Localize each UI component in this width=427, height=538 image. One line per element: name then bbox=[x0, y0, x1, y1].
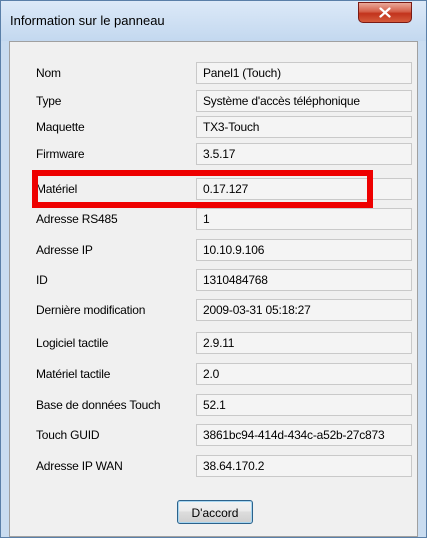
title-bar[interactable]: Information sur le panneau bbox=[1, 1, 426, 41]
field-value[interactable]: 3.5.17 bbox=[196, 143, 412, 165]
field-row-logiciel-tactile: Logiciel tactile 2.9.11 bbox=[10, 332, 419, 354]
field-row-type: Type Système d'accès téléphonique bbox=[10, 90, 419, 112]
field-label: ID bbox=[36, 273, 48, 287]
field-label: Logiciel tactile bbox=[36, 336, 109, 350]
field-row-adresse-rs485: Adresse RS485 1 bbox=[10, 208, 419, 230]
field-value[interactable]: TX3-Touch bbox=[196, 116, 412, 138]
field-value[interactable]: 1310484768 bbox=[196, 269, 412, 291]
field-value[interactable]: 38.64.170.2 bbox=[196, 455, 412, 477]
field-value[interactable]: 10.10.9.106 bbox=[196, 239, 412, 261]
field-label: Matériel tactile bbox=[36, 367, 111, 381]
field-label: Base de données Touch bbox=[36, 398, 161, 412]
dialog-body: Nom Panel1 (Touch) Type Système d'accès … bbox=[9, 41, 418, 537]
field-label: Firmware bbox=[36, 147, 85, 161]
field-label: Dernière modification bbox=[36, 303, 146, 317]
field-value[interactable]: 1 bbox=[196, 208, 412, 230]
field-row-maquette: Maquette TX3-Touch bbox=[10, 116, 419, 138]
field-value[interactable]: 2009-03-31 05:18:27 bbox=[196, 299, 412, 321]
field-row-adresse-ip-wan: Adresse IP WAN 38.64.170.2 bbox=[10, 455, 419, 477]
field-row-touch-guid: Touch GUID 3861bc94-414d-434c-a52b-27c87… bbox=[10, 424, 419, 446]
close-icon bbox=[379, 7, 391, 18]
field-value[interactable]: Système d'accès téléphonique bbox=[196, 90, 412, 112]
field-value[interactable]: 2.9.11 bbox=[196, 332, 412, 354]
field-label: Adresse IP bbox=[36, 243, 93, 257]
field-row-adresse-ip: Adresse IP 10.10.9.106 bbox=[10, 239, 419, 261]
field-row-id: ID 1310484768 bbox=[10, 269, 419, 291]
highlight-box bbox=[32, 170, 373, 208]
field-label: Adresse RS485 bbox=[36, 212, 118, 226]
field-label: Maquette bbox=[36, 120, 85, 134]
field-label: Type bbox=[36, 94, 62, 108]
field-row-firmware: Firmware 3.5.17 bbox=[10, 143, 419, 165]
field-row-materiel-tactile: Matériel tactile 2.0 bbox=[10, 363, 419, 385]
field-row-base-de-donnees-touch: Base de données Touch 52.1 bbox=[10, 394, 419, 416]
field-label: Touch GUID bbox=[36, 428, 100, 442]
panel-info-dialog: Information sur le panneau Nom Panel1 (T… bbox=[0, 0, 427, 538]
field-label: Nom bbox=[36, 66, 61, 80]
field-row-nom: Nom Panel1 (Touch) bbox=[10, 62, 419, 84]
close-button[interactable] bbox=[358, 2, 412, 23]
field-value[interactable]: 2.0 bbox=[196, 363, 412, 385]
window-title: Information sur le panneau bbox=[10, 13, 165, 28]
field-value[interactable]: Panel1 (Touch) bbox=[196, 62, 412, 84]
ok-button[interactable]: D'accord bbox=[177, 500, 253, 524]
field-value[interactable]: 52.1 bbox=[196, 394, 412, 416]
field-row-derniere-modification: Dernière modification 2009-03-31 05:18:2… bbox=[10, 299, 419, 321]
field-value[interactable]: 3861bc94-414d-434c-a52b-27c873 bbox=[196, 424, 412, 446]
field-label: Adresse IP WAN bbox=[36, 459, 123, 473]
